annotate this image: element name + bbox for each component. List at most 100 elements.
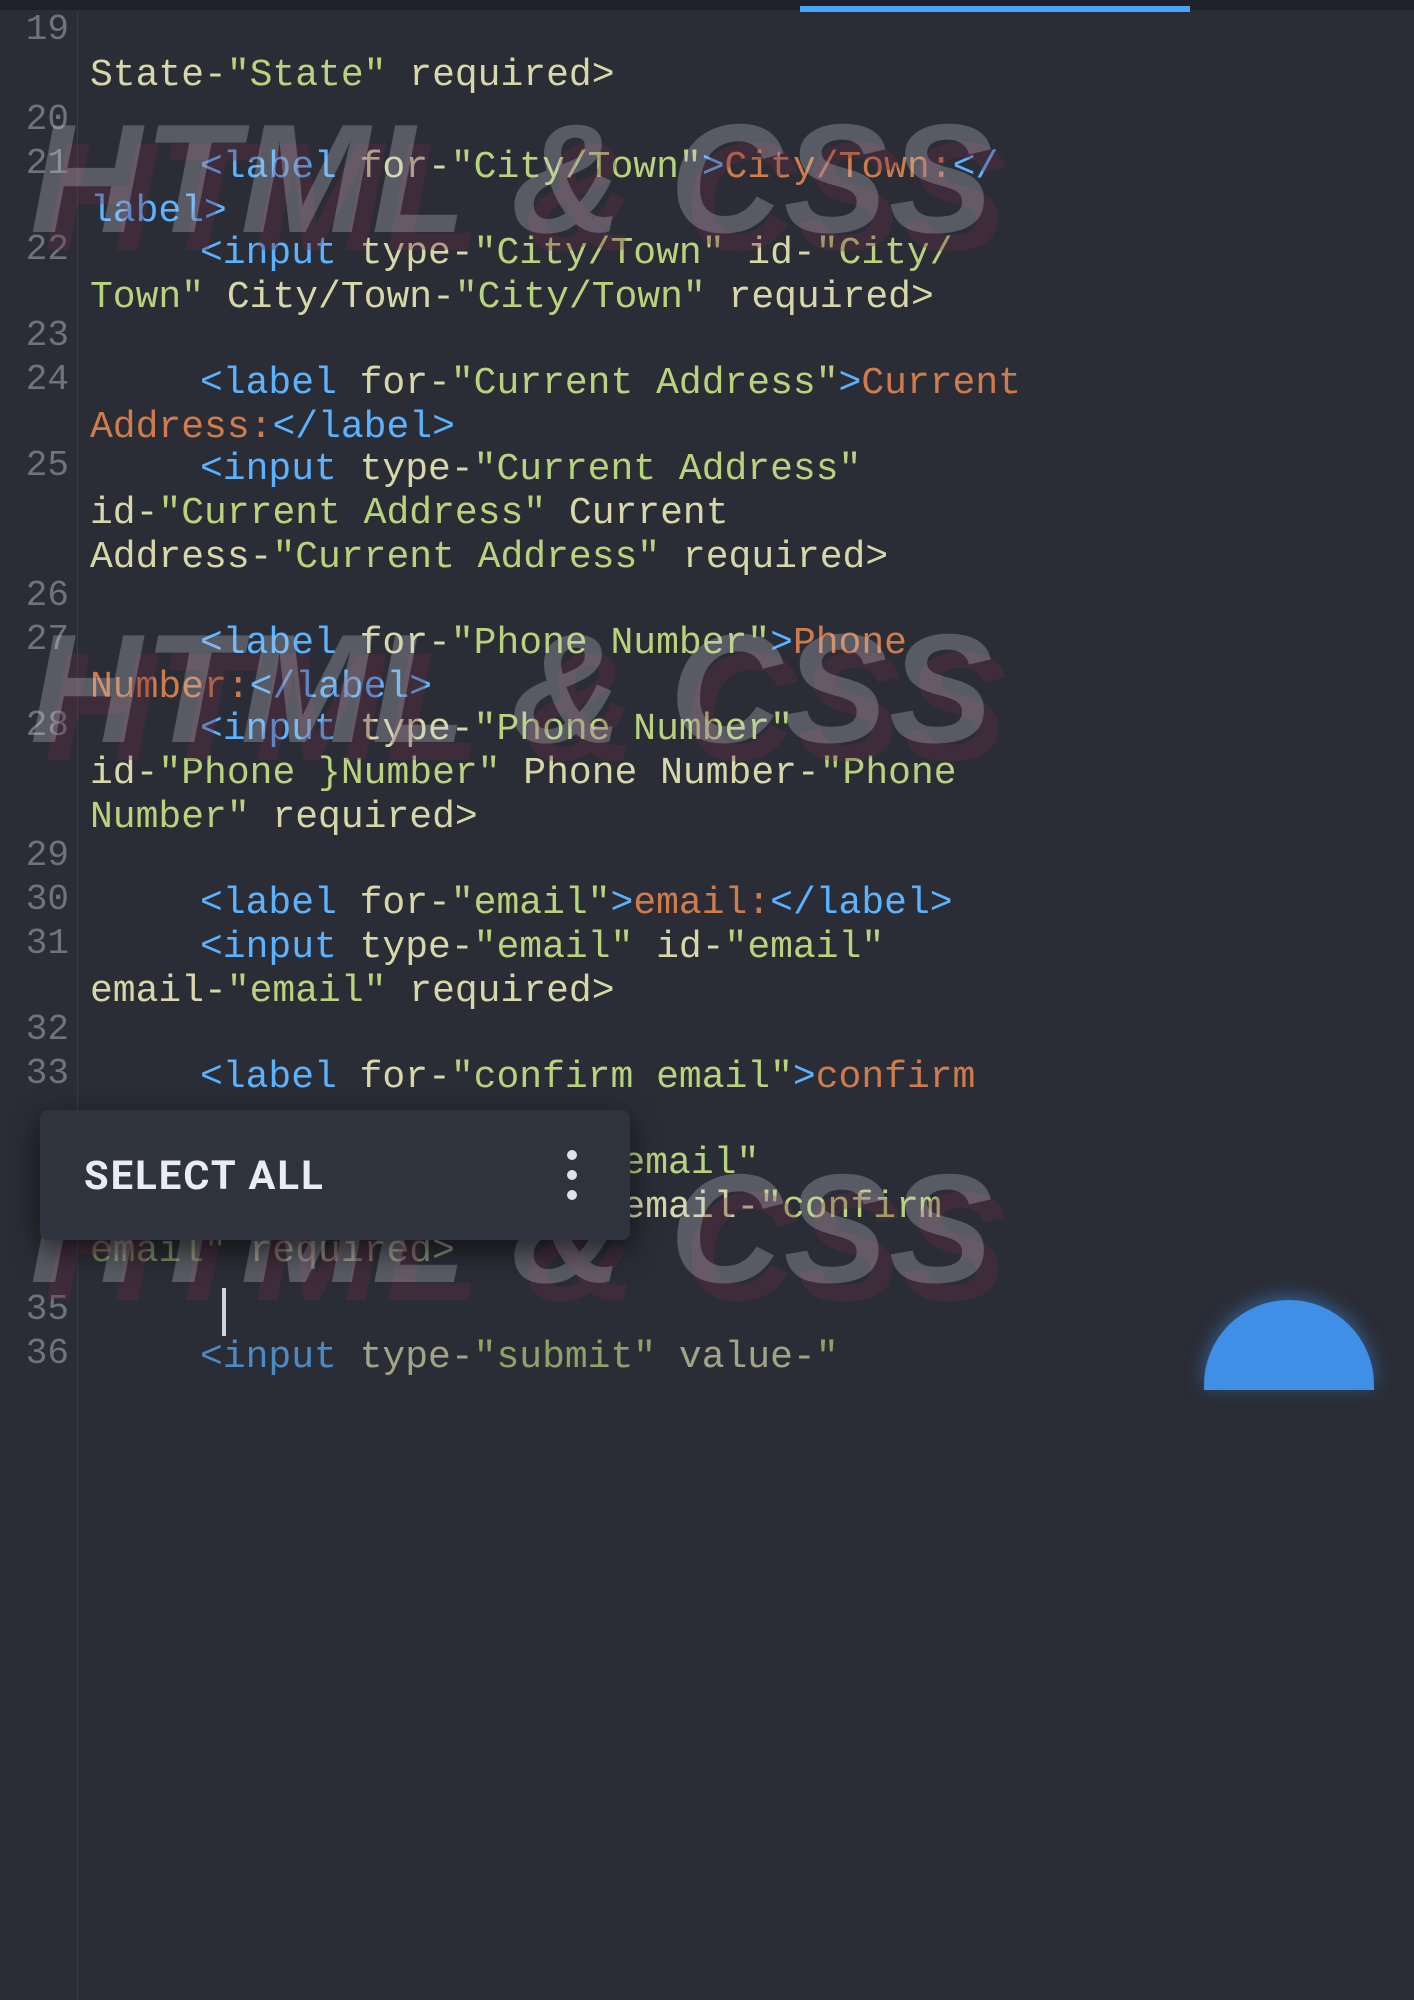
code-token: > [770, 622, 793, 665]
code-token: <label [200, 1056, 337, 1099]
code-token: "Current Address" [158, 492, 546, 535]
code-token: "Phone [820, 752, 957, 795]
code-token: confirm [816, 1056, 976, 1099]
code-token: type- [337, 708, 474, 751]
line-number: 21 [26, 146, 69, 182]
code-token: City/Town- [204, 276, 455, 319]
line-number: 32 [26, 1012, 69, 1048]
line-number: 26 [26, 578, 69, 614]
context-menu: SELECT ALL [40, 1110, 630, 1240]
line-number: 28 [26, 708, 69, 744]
code-token: required> [386, 54, 614, 97]
code-token: <input [200, 926, 337, 969]
code-token: > [611, 882, 634, 925]
code-token: id- [725, 232, 816, 275]
code-token: <input [200, 448, 337, 491]
code-token: "Phone Number" [451, 622, 770, 665]
line-number: 36 [26, 1336, 69, 1372]
tab-bar [0, 0, 1414, 10]
code-token: Address: [90, 406, 272, 449]
code-token: " [816, 1336, 839, 1379]
line-number: 29 [26, 838, 69, 874]
line-number: 33 [26, 1056, 69, 1092]
code-token: for- [337, 362, 451, 405]
line-number: 22 [26, 232, 69, 268]
code-token: "City/Town" [451, 146, 702, 189]
code-token: id- [633, 926, 724, 969]
line-number-gutter: 19 20 21 22 23 24 25 26 27 28 29 30 31 3… [0, 12, 78, 2000]
code-token: "City/Town" [455, 276, 706, 319]
line-number: 27 [26, 622, 69, 658]
code-token: for- [337, 882, 451, 925]
line-number: 24 [26, 362, 69, 398]
more-options-icon[interactable] [558, 1150, 586, 1200]
code-token: label> [90, 190, 227, 233]
code-token: for- [337, 1056, 451, 1099]
code-editor[interactable]: 19 20 21 22 23 24 25 26 27 28 29 30 31 3… [0, 12, 1414, 2000]
line-number: 19 [26, 12, 69, 48]
code-token: "submit" [474, 1336, 656, 1379]
code-token: <input [200, 232, 337, 275]
code-area[interactable]: State-"State" required> <label for-"City… [90, 12, 1414, 2000]
code-token: "Phone }Number" [158, 752, 500, 795]
code-token: type- [337, 232, 474, 275]
code-token: "email" [474, 926, 634, 969]
code-token: "Current Address" [451, 362, 839, 405]
code-token: "email" [451, 882, 611, 925]
code-token: "Current Address" [272, 536, 660, 579]
code-token: email: [633, 882, 770, 925]
code-token: type- [337, 448, 474, 491]
code-token: "Current Address" [474, 448, 862, 491]
code-token: Current [861, 362, 1021, 405]
code-token: "Phone Number" [474, 708, 793, 751]
code-token: "State" [227, 54, 387, 97]
code-token: > [839, 362, 862, 405]
code-token: > [793, 1056, 816, 1099]
line-number: 25 [26, 448, 69, 484]
line-number: 31 [26, 926, 69, 962]
code-token: <label [200, 146, 337, 189]
text-cursor [222, 1288, 226, 1336]
code-token: type- [337, 1336, 474, 1379]
code-token: </label> [272, 406, 454, 449]
code-token: "City/ [816, 232, 953, 275]
code-token: <label [200, 882, 337, 925]
code-token: Number" [90, 796, 250, 839]
line-number: 35 [26, 1292, 69, 1328]
code-token: Phone [793, 622, 907, 665]
code-token: <input [200, 708, 337, 751]
code-token: City/Town: [725, 146, 953, 189]
line-number: 23 [26, 318, 69, 354]
code-token: required> [706, 276, 934, 319]
code-token: Town" [90, 276, 204, 319]
code-token: </label> [250, 666, 432, 709]
code-token: <input [200, 1336, 337, 1379]
code-token: id- [90, 492, 158, 535]
code-token: </ [953, 146, 999, 189]
code-token: "email" [227, 970, 387, 1013]
code-token: type- [337, 926, 474, 969]
code-token: required> [386, 970, 614, 1013]
code-token: State- [90, 54, 227, 97]
code-token: Phone Number- [500, 752, 819, 795]
code-token: value- [656, 1336, 816, 1379]
code-token: required> [660, 536, 888, 579]
select-all-button[interactable]: SELECT ALL [84, 1152, 558, 1199]
code-token: Current [546, 492, 728, 535]
code-token: email- [90, 970, 227, 1013]
code-token: "confirm [759, 1186, 941, 1229]
code-token: Address- [90, 536, 272, 579]
code-token: for- [337, 622, 451, 665]
line-number: 30 [26, 882, 69, 918]
code-token: </label> [770, 882, 952, 925]
code-token: "City/Town" [474, 232, 725, 275]
code-token: <label [200, 622, 337, 665]
line-number: 20 [26, 102, 69, 138]
code-token: <label [200, 362, 337, 405]
code-token: required> [250, 796, 478, 839]
code-token: for- [337, 146, 451, 189]
code-token: Number: [90, 666, 250, 709]
code-token: > [702, 146, 725, 189]
code-token: id- [90, 752, 158, 795]
code-token: "confirm email" [451, 1056, 793, 1099]
